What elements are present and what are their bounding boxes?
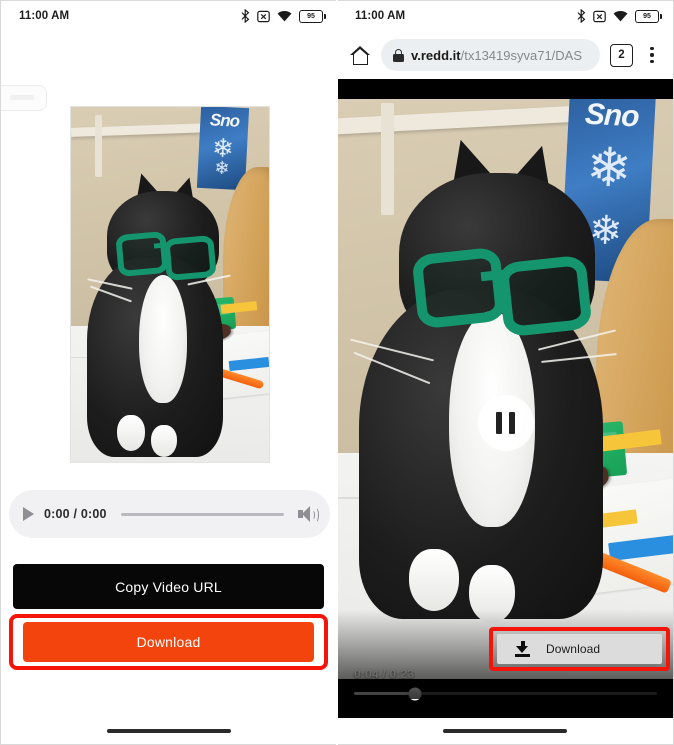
bluetooth-icon xyxy=(577,9,586,23)
status-time-right: 11:00 AM xyxy=(355,10,406,22)
shelf-bracket xyxy=(381,103,394,215)
download-button-right[interactable]: Download xyxy=(497,634,662,664)
battery-level: 95 xyxy=(307,12,315,20)
sim-x-icon xyxy=(257,10,270,22)
snowflake-graphic-2: ❄ xyxy=(213,157,231,179)
box-wordmark: Sno xyxy=(209,110,240,131)
box-wordmark: Sno xyxy=(584,99,640,134)
panel-divider xyxy=(336,0,338,745)
status-bar-right: 11:00 AM 95 xyxy=(337,1,673,31)
shelf-bracket xyxy=(95,115,102,177)
cat-paw-left xyxy=(117,415,145,451)
partial-background-card xyxy=(1,85,47,111)
gesture-nav-bar-right xyxy=(337,718,673,744)
home-icon[interactable] xyxy=(350,45,371,65)
green-glasses xyxy=(411,245,595,338)
download-button-label: Download xyxy=(546,642,601,656)
video-thumbnail[interactable]: Sno ❄ ❄ xyxy=(70,106,270,463)
wifi-icon xyxy=(613,10,628,21)
address-bar[interactable]: v.redd.it/tx13419syva71/DAS xyxy=(381,39,600,71)
cat-paw-right xyxy=(151,425,177,457)
glasses-lens-left xyxy=(115,230,169,278)
battery-level-right: 95 xyxy=(643,12,651,20)
cat-paw-left xyxy=(409,549,459,611)
battery-icon: 95 xyxy=(299,9,326,23)
gesture-pill[interactable] xyxy=(107,729,231,733)
glasses-lens-left xyxy=(411,246,507,330)
sim-x-icon xyxy=(593,10,606,22)
gesture-pill-right[interactable] xyxy=(443,729,567,733)
volume-icon[interactable] xyxy=(298,506,319,523)
green-glasses xyxy=(115,229,217,282)
cat-chest-fur xyxy=(139,275,187,403)
lock-icon xyxy=(393,48,404,62)
snowflake-graphic: ❄ xyxy=(584,136,634,200)
pause-icon[interactable] xyxy=(477,395,534,451)
cat-scene: Sno ❄ ❄ xyxy=(71,107,269,462)
battery-icon: 95 xyxy=(635,9,662,23)
status-icon-group: 95 xyxy=(241,9,326,23)
tab-count-button[interactable]: 2 xyxy=(610,43,633,67)
glasses-lens-right xyxy=(497,254,593,338)
media-time-display: 0:00 / 0:00 xyxy=(44,507,107,521)
gesture-nav-bar-left xyxy=(1,718,337,744)
bluetooth-icon xyxy=(241,9,250,23)
download-icon xyxy=(515,641,530,657)
more-vertical-icon[interactable] xyxy=(643,45,661,65)
video-player[interactable]: Sno ❄ ❄ Download xyxy=(337,79,673,719)
copy-video-url-button[interactable]: Copy Video URL xyxy=(13,564,324,609)
url-path: /tx13419syva71/DAS xyxy=(460,47,583,63)
cat-scene-fullscreen: Sno ❄ ❄ xyxy=(337,99,673,679)
play-icon[interactable] xyxy=(23,507,34,521)
status-time: 11:00 AM xyxy=(19,10,70,22)
right-phone-screenshot: 11:00 AM 95 v.redd.it/tx13419syva71/DAS … xyxy=(337,0,674,745)
video-stage[interactable]: Sno ❄ ❄ xyxy=(337,99,673,679)
download-button-highlight: Download xyxy=(9,614,328,670)
url-text: v.redd.it/tx13419syva71/DAS xyxy=(411,48,582,63)
screenshot-root: 11:00 AM 95 Sno ❄ ❄ 0:00 / 0:00 Copy Vid… xyxy=(0,0,674,745)
glasses-lens-right xyxy=(163,234,217,282)
url-host: v.redd.it xyxy=(411,47,461,63)
download-button-highlight-right: Download xyxy=(489,627,670,671)
status-bar-left: 11:00 AM 95 xyxy=(1,1,337,31)
media-progress-track[interactable] xyxy=(120,512,284,516)
browser-toolbar: v.redd.it/tx13419syva71/DAS 2 xyxy=(337,31,673,79)
status-icon-group-right: 95 xyxy=(577,9,662,23)
download-button[interactable]: Download xyxy=(23,622,314,662)
wifi-icon xyxy=(277,10,292,21)
media-control-bar[interactable]: 0:00 / 0:00 xyxy=(9,490,330,538)
left-phone-screenshot: 11:00 AM 95 Sno ❄ ❄ 0:00 / 0:00 Copy Vid… xyxy=(0,0,337,745)
